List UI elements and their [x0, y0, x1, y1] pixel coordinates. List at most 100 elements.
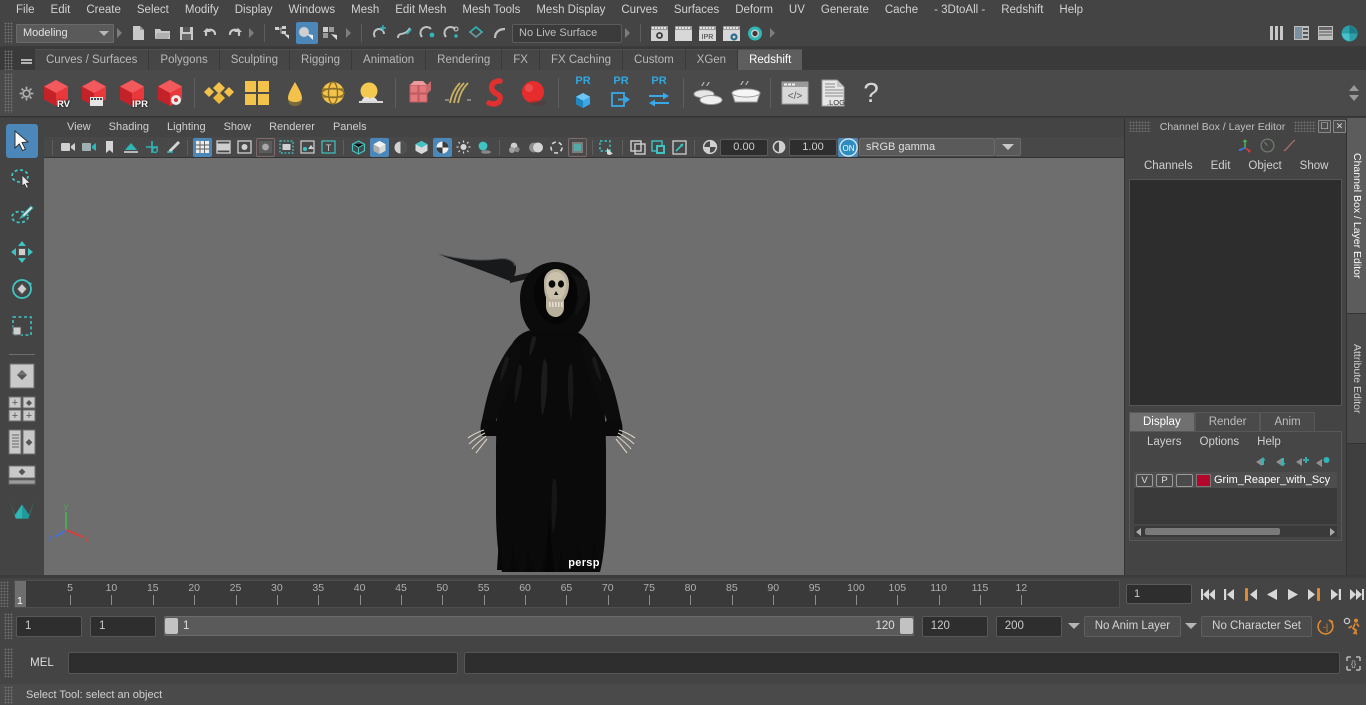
toggle-tool-settings-button[interactable] — [1314, 22, 1336, 44]
display-layer-list[interactable]: V P Grim_Reaper_with_Scy — [1134, 472, 1337, 524]
gamma-icon[interactable] — [769, 138, 788, 157]
motion-blur-button[interactable] — [526, 138, 545, 157]
shelf-options-gear-icon[interactable] — [15, 73, 37, 113]
camera-attributes-button[interactable] — [79, 138, 98, 157]
curve-tangent-icon[interactable] — [1278, 136, 1300, 154]
status-line-grip[interactable] — [4, 22, 13, 44]
shelf-menu-icon[interactable] — [17, 49, 35, 70]
shelf-item-redshift-pr-transfer[interactable]: PR — [640, 73, 678, 113]
shelf-item-redshift-pr-cube[interactable]: PR — [564, 73, 602, 113]
scroll-left-icon[interactable] — [1136, 527, 1141, 536]
shelf-tab-sculpting[interactable]: Sculpting — [219, 49, 291, 70]
tab-anim-layers[interactable]: Anim — [1260, 412, 1315, 431]
xray-joints-button[interactable] — [649, 138, 668, 157]
play-forwards-button[interactable] — [1283, 583, 1302, 605]
screen-space-ao-button[interactable] — [505, 138, 524, 157]
shelf-item-redshift-render-view[interactable]: RV — [37, 73, 75, 113]
character-set-field[interactable]: No Character Set — [1201, 615, 1312, 637]
snap-to-curve-button[interactable] — [393, 22, 415, 44]
snap-to-view-plane-button[interactable] — [465, 22, 487, 44]
depth-peeling-button[interactable] — [568, 137, 587, 157]
shelf-item-redshift-bake-set[interactable] — [689, 73, 727, 113]
paint-select-tool-button[interactable] — [6, 198, 38, 232]
render-settings-button[interactable] — [720, 22, 742, 44]
layer-name-label[interactable]: Grim_Reaper_with_Scy — [1214, 474, 1330, 486]
status-section-collapse-3[interactable] — [345, 24, 353, 42]
channel-object-menu[interactable]: Object — [1239, 160, 1290, 172]
anim-end-field[interactable]: 200 — [995, 615, 1062, 637]
two-d-pan-zoom-button[interactable] — [142, 138, 161, 157]
select-camera-button[interactable] — [58, 138, 77, 157]
current-frame-field[interactable]: 1 — [1126, 584, 1192, 604]
command-line-grip[interactable] — [4, 648, 13, 678]
channel-show-menu[interactable]: Show — [1291, 160, 1338, 172]
shelf-tab-fx-caching[interactable]: FX Caching — [539, 49, 624, 70]
gamma-field[interactable]: 1.00 — [789, 138, 837, 156]
menu-edit[interactable]: Edit — [43, 0, 79, 20]
layer-color-swatch[interactable] — [1196, 473, 1211, 487]
time-slider-grip[interactable] — [0, 581, 9, 607]
anim-start-field[interactable]: 1 — [16, 615, 82, 637]
shelf-item-redshift-bokeh[interactable] — [276, 73, 314, 113]
shelf-item-redshift-bake[interactable] — [727, 73, 765, 113]
range-slider-track[interactable]: 1 120 — [164, 616, 914, 636]
go-to-start-button[interactable] — [1199, 583, 1218, 605]
menu-windows[interactable]: Windows — [280, 0, 343, 20]
channel-box-content[interactable] — [1129, 179, 1342, 406]
layer-options-menu[interactable]: Options — [1191, 436, 1249, 448]
auto-key-button[interactable]: -| — [1313, 615, 1337, 637]
exposure-field[interactable]: 0.00 — [720, 138, 768, 156]
status-section-collapse-2[interactable] — [248, 24, 256, 42]
script-editor-icon[interactable]: {} — [1340, 651, 1366, 675]
vertical-tab-channel-box[interactable]: Channel Box / Layer Editor — [1347, 118, 1366, 314]
step-forward-key-button[interactable] — [1304, 583, 1323, 605]
toggle-modeling-toolkit-button[interactable] — [1266, 22, 1288, 44]
status-section-collapse-4[interactable] — [624, 24, 632, 42]
menu-surfaces[interactable]: Surfaces — [666, 0, 727, 20]
xray-active-components-button[interactable] — [670, 138, 689, 157]
panel-grip-right[interactable] — [1294, 121, 1316, 132]
menu-mesh[interactable]: Mesh — [343, 0, 387, 20]
shelf-item-redshift-proxy[interactable] — [401, 73, 439, 113]
layout-hypershade-persp-button[interactable] — [7, 460, 37, 490]
shelf-item-redshift-render-sequence[interactable] — [75, 73, 113, 113]
menu-redshift[interactable]: Redshift — [993, 0, 1051, 20]
new-scene-button[interactable] — [127, 22, 149, 44]
shelf-item-redshift-material-blender[interactable] — [238, 73, 276, 113]
shelf-tab-animation[interactable]: Animation — [352, 49, 427, 70]
shelf-item-redshift-help[interactable]: ? — [852, 73, 890, 113]
hardware-texturing-button[interactable] — [412, 138, 431, 157]
transform-axes-icon[interactable] — [1234, 136, 1256, 154]
playback-end-field[interactable]: 120 — [921, 615, 988, 637]
resolution-gate-button[interactable] — [235, 138, 254, 157]
step-back-frame-button[interactable] — [1220, 583, 1239, 605]
save-scene-button[interactable] — [175, 22, 197, 44]
layer-list-horizontal-scrollbar[interactable] — [1134, 526, 1337, 537]
shelf-tab-rigging[interactable]: Rigging — [290, 49, 353, 70]
step-back-key-button[interactable] — [1241, 583, 1260, 605]
viewport-menu-renderer[interactable]: Renderer — [260, 118, 324, 137]
undo-button[interactable] — [199, 22, 221, 44]
viewport-menu-panels[interactable]: Panels — [324, 118, 376, 137]
shelf-item-redshift-pr-export[interactable]: PR — [602, 73, 640, 113]
shelf-item-redshift-dome-light[interactable] — [352, 73, 390, 113]
time-slider-track[interactable]: 1 5 10 15 20 25 30 35 40 45 50 55 60 65 70 75 80 85 90 95 1… — [14, 580, 1120, 608]
menu-display[interactable]: Display — [227, 0, 281, 20]
film-origin-button[interactable] — [277, 138, 296, 157]
playback-start-field[interactable]: 1 — [90, 615, 156, 637]
snap-to-grid-button[interactable] — [369, 22, 391, 44]
render-view-button[interactable] — [672, 22, 694, 44]
select-by-hierarchy-button[interactable] — [272, 22, 294, 44]
shelf-grip[interactable] — [4, 50, 13, 70]
multisample-aa-button[interactable] — [547, 138, 566, 157]
toggle-attribute-editor-button[interactable] — [1290, 22, 1312, 44]
anim-layer-dropdown-icon[interactable] — [1066, 616, 1082, 637]
redo-button[interactable] — [223, 22, 245, 44]
shelf-item-redshift-environment[interactable] — [314, 73, 352, 113]
snap-to-point-button[interactable] — [417, 22, 439, 44]
command-input[interactable] — [68, 652, 458, 674]
viewport-menu-shading[interactable]: Shading — [100, 118, 158, 137]
range-left-thumb[interactable] — [165, 618, 178, 634]
wireframe-button[interactable] — [349, 138, 368, 157]
panel-grip[interactable] — [1129, 121, 1151, 132]
